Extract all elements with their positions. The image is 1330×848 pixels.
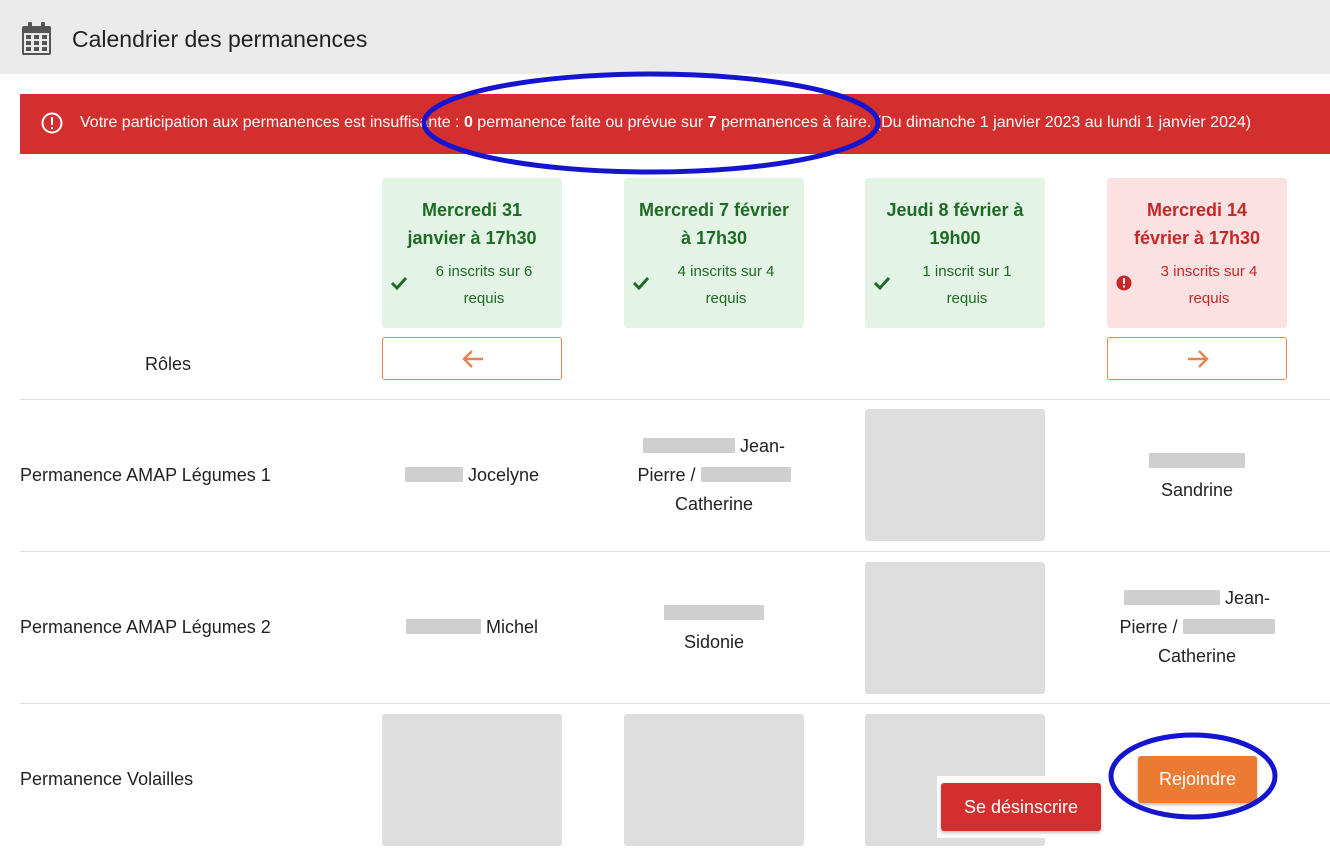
page-title: Calendrier des permanences	[72, 26, 368, 52]
date-registration-count: 1 inscrit sur 1 requis	[922, 263, 1012, 307]
done-count: 0	[463, 114, 473, 131]
empty-slot	[865, 409, 1045, 541]
blurred-surname	[700, 467, 791, 482]
role-name: Permanence AMAP Légumes 2	[20, 617, 271, 637]
date-registration-count: 3 inscrits sur 4 requis	[1160, 263, 1258, 307]
row-divider	[20, 703, 1330, 704]
volunteer-cell: Jean- Pierre / Catherine	[624, 432, 804, 519]
empty-slot[interactable]	[382, 714, 562, 846]
blurred-surname	[1182, 619, 1275, 634]
required-count: 7	[707, 114, 717, 131]
next-dates-button[interactable]	[1107, 337, 1287, 380]
blurred-surname	[404, 467, 463, 482]
blurred-surname	[664, 605, 764, 620]
check-icon	[873, 276, 891, 291]
blurred-surname	[642, 438, 735, 453]
participation-alert: Votre participation aux permanences est …	[20, 94, 1330, 154]
page-header: Calendrier des permanences	[0, 0, 1330, 74]
alert-message: Votre participation aux permanences est …	[80, 114, 1252, 131]
empty-slot	[865, 562, 1045, 694]
unsubscribe-popover: Se désinscrire	[937, 776, 1107, 838]
row-divider	[20, 551, 1330, 552]
volunteer-cell: Sandrine	[1107, 447, 1287, 505]
role-name: Permanence Volailles	[20, 769, 194, 789]
join-button[interactable]: Rejoindre	[1138, 756, 1257, 803]
exclamation-circle-icon	[1116, 275, 1132, 291]
role-name: Permanence AMAP Légumes 1	[20, 465, 271, 485]
row-divider	[20, 399, 1330, 400]
date-registration-count: 4 inscrits sur 4 requis	[677, 263, 775, 307]
empty-slot[interactable]	[624, 714, 804, 846]
roles-column-header: Rôles	[145, 354, 192, 374]
calendar-icon	[22, 22, 51, 55]
date-title: Mercredi 7 février à 17h30	[638, 200, 790, 248]
date-card: Mercredi 31 janvier à 17h30 6 inscrits s…	[382, 178, 562, 328]
date-card: Jeudi 8 février à 19h00 1 inscrit sur 1 …	[865, 178, 1045, 328]
date-registration-count: 6 inscrits sur 6 requis	[435, 263, 533, 307]
exclamation-circle-icon	[41, 112, 63, 134]
blurred-surname	[1149, 453, 1245, 468]
blurred-surname	[405, 619, 481, 634]
date-title: Jeudi 8 février à 19h00	[886, 200, 1024, 248]
volunteer-cell: Jean- Pierre / Catherine	[1107, 584, 1287, 671]
arrow-right-icon	[1188, 350, 1209, 368]
blurred-surname	[1123, 590, 1220, 605]
check-icon	[390, 276, 408, 291]
arrow-left-icon	[462, 350, 483, 368]
date-card: Mercredi 7 février à 17h30 4 inscrits su…	[624, 178, 804, 328]
volunteer-cell: Jocelyne	[382, 461, 562, 490]
volunteer-cell: Sidonie	[624, 599, 804, 657]
unsubscribe-button[interactable]: Se désinscrire	[941, 783, 1101, 831]
volunteer-cell: Michel	[382, 613, 562, 642]
date-title: Mercredi 31 janvier à 17h30	[407, 200, 537, 248]
check-icon	[632, 276, 650, 291]
previous-dates-button[interactable]	[382, 337, 562, 380]
date-title: Mercredi 14 février à 17h30	[1133, 200, 1261, 248]
date-card: Mercredi 14 février à 17h30 3 inscrits s…	[1107, 178, 1287, 328]
